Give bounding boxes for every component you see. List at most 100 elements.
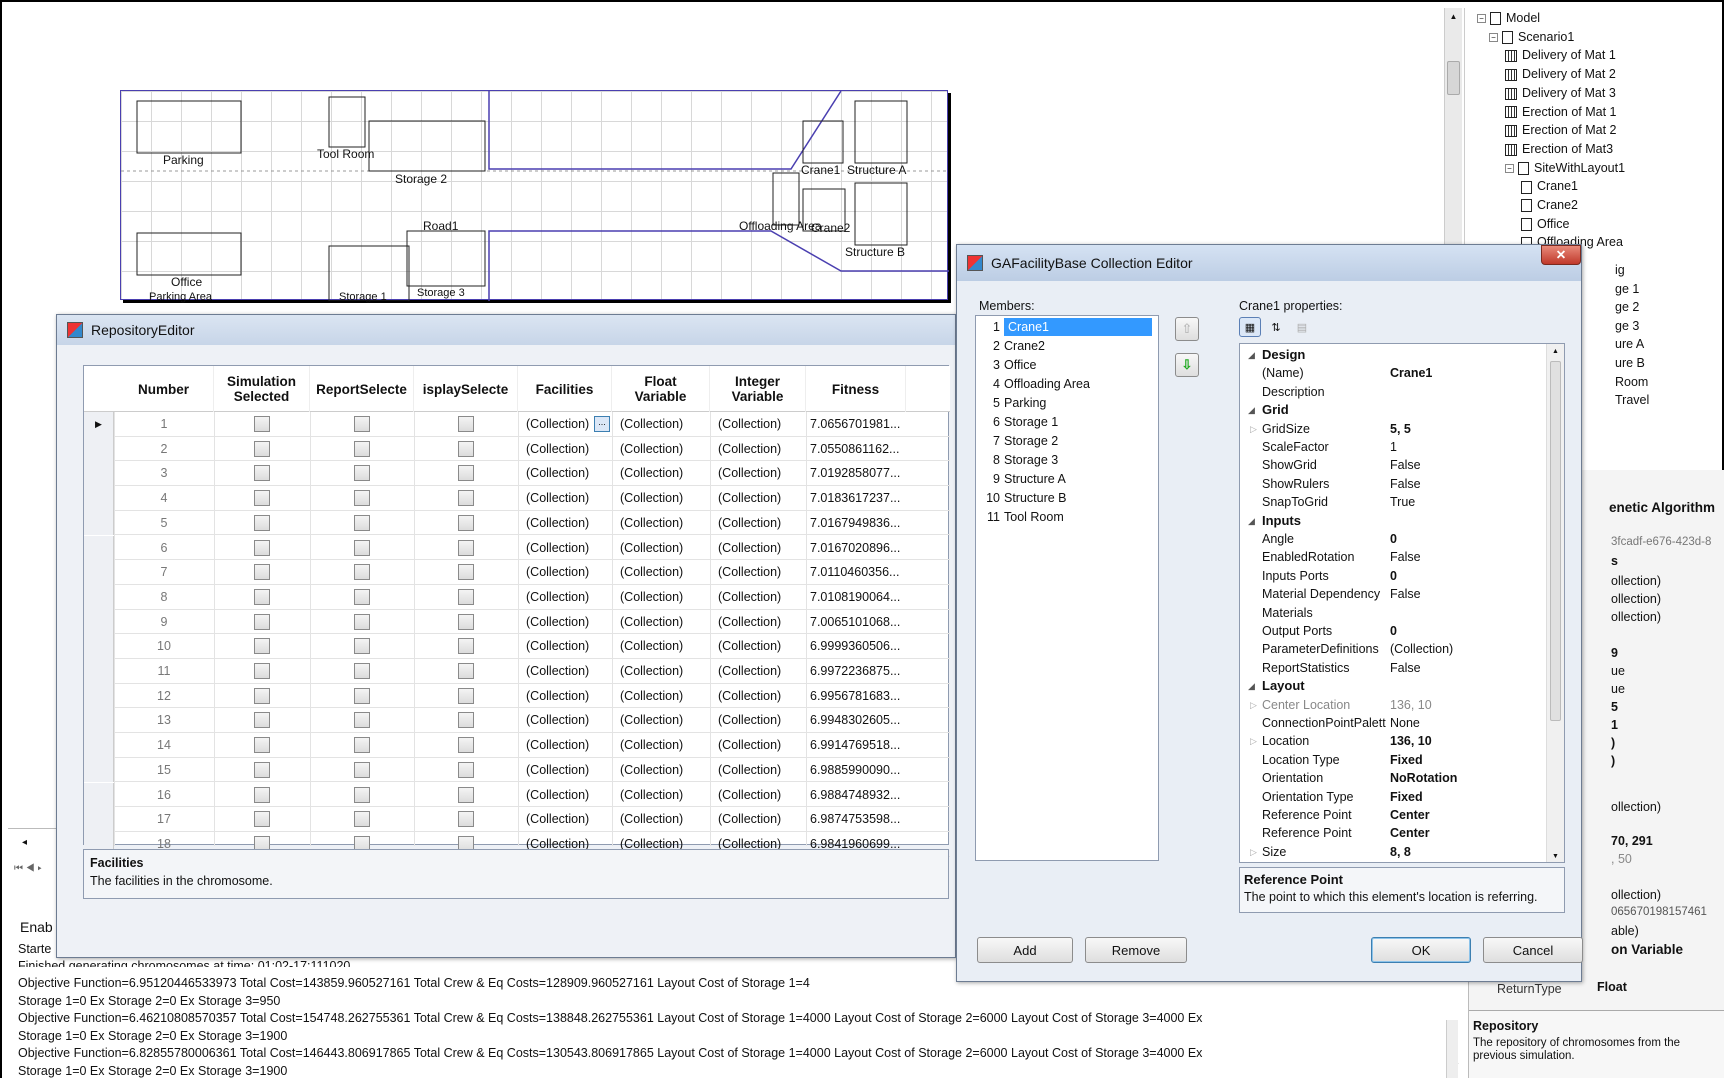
row-selector[interactable] xyxy=(84,486,114,511)
row-checkbox[interactable] xyxy=(354,465,370,481)
row-checkbox[interactable] xyxy=(254,540,270,556)
cell-collection[interactable]: (Collection) xyxy=(620,486,683,511)
row-checkbox[interactable] xyxy=(354,490,370,506)
record-nav[interactable]: ⏮ ◀ ▸ xyxy=(14,863,42,874)
member-item[interactable]: 10Structure B xyxy=(978,489,1156,508)
row-checkbox[interactable] xyxy=(354,737,370,753)
row-checkbox[interactable] xyxy=(254,663,270,679)
cell-collection[interactable]: (Collection) xyxy=(718,758,781,783)
property-row[interactable]: ▷Center Location136, 10 xyxy=(1240,696,1564,715)
cell-collection[interactable]: (Collection) xyxy=(620,610,683,635)
row-selector[interactable] xyxy=(84,511,114,536)
cell-collection[interactable]: (Collection) xyxy=(620,585,683,610)
column-header[interactable]: Integer Variable xyxy=(710,366,806,412)
cell-collection[interactable]: (Collection) xyxy=(718,437,781,462)
property-row[interactable]: ReportStatisticsFalse xyxy=(1240,659,1564,678)
property-value[interactable]: 0 xyxy=(1390,530,1397,549)
tree-item[interactable]: Erection of Mat3 xyxy=(1505,141,1613,158)
row-selector[interactable] xyxy=(84,461,114,486)
property-section[interactable]: ◢Layout xyxy=(1240,677,1564,696)
member-item[interactable]: 5Parking xyxy=(978,394,1156,413)
remove-button[interactable]: Remove xyxy=(1085,937,1187,963)
site-layout-canvas[interactable]: Parking Tool Room Storage 2 Crane1 Struc… xyxy=(120,90,948,300)
member-item[interactable]: 1Crane1 xyxy=(978,318,1156,337)
row-selector[interactable] xyxy=(84,659,114,684)
property-value[interactable]: None xyxy=(1390,714,1420,733)
cell-collection[interactable]: (Collection) xyxy=(718,486,781,511)
property-row[interactable]: Reference PointCenter xyxy=(1240,806,1564,825)
cell-collection[interactable]: (Collection) xyxy=(718,461,781,486)
expand-icon[interactable]: ▷ xyxy=(1250,420,1257,439)
property-row[interactable]: Reference PointCenter xyxy=(1240,824,1564,843)
row-checkbox[interactable] xyxy=(254,688,270,704)
cell-collection[interactable]: (Collection) xyxy=(718,659,781,684)
member-item[interactable]: 6Storage 1 xyxy=(978,413,1156,432)
cell-collection[interactable]: (Collection) xyxy=(526,783,589,808)
row-checkbox[interactable] xyxy=(254,787,270,803)
cell-collection[interactable]: (Collection) xyxy=(620,708,683,733)
property-value[interactable]: (Collection) xyxy=(1390,640,1453,659)
row-checkbox[interactable] xyxy=(254,712,270,728)
cell-collection[interactable]: (Collection) xyxy=(620,412,683,437)
add-button[interactable]: Add xyxy=(977,937,1073,963)
props-scroll-up-icon[interactable]: ▲ xyxy=(1547,348,1564,355)
cell-collection[interactable]: (Collection) xyxy=(526,708,589,733)
ce-close-button[interactable]: ✕ xyxy=(1541,245,1581,265)
cell-collection[interactable]: (Collection) xyxy=(526,659,589,684)
collapse-icon[interactable]: ◢ xyxy=(1248,401,1255,420)
member-item[interactable]: 11Tool Room xyxy=(978,508,1156,527)
repo-grid[interactable]: NumberSimulation SelectedReportSelecteis… xyxy=(83,365,949,845)
cell-collection[interactable]: (Collection) xyxy=(718,733,781,758)
cell-collection[interactable]: (Collection) xyxy=(718,511,781,536)
property-value[interactable]: False xyxy=(1390,456,1421,475)
tree-item[interactable]: Delivery of Mat 3 xyxy=(1505,85,1616,102)
property-row[interactable]: ParameterDefinitions(Collection) xyxy=(1240,640,1564,659)
property-section[interactable]: ◢Inputs xyxy=(1240,512,1564,531)
cell-collection[interactable]: (Collection) xyxy=(526,536,589,561)
row-selector[interactable] xyxy=(84,634,114,659)
collapse-icon[interactable]: ◢ xyxy=(1248,677,1255,696)
tree-item-partial[interactable]: Travel xyxy=(1615,392,1649,409)
cell-collection[interactable]: (Collection) xyxy=(718,634,781,659)
property-section[interactable]: ◢Grid xyxy=(1240,401,1564,420)
row-checkbox[interactable] xyxy=(458,737,474,753)
row-checkbox[interactable] xyxy=(254,614,270,630)
property-value[interactable]: 1 xyxy=(1390,438,1397,457)
cell-collection[interactable]: (Collection) xyxy=(620,437,683,462)
tree-item[interactable]: −SiteWithLayout1 xyxy=(1505,160,1625,177)
row-checkbox[interactable] xyxy=(458,811,474,827)
props-scroll-thumb[interactable] xyxy=(1550,361,1561,721)
cell-collection[interactable]: (Collection) xyxy=(620,733,683,758)
row-checkbox[interactable] xyxy=(458,787,474,803)
row-checkbox[interactable] xyxy=(458,762,474,778)
cell-collection[interactable]: (Collection) xyxy=(718,684,781,709)
row-selector[interactable] xyxy=(84,708,114,733)
row-checkbox[interactable] xyxy=(458,663,474,679)
tree-item[interactable]: Delivery of Mat 1 xyxy=(1505,47,1616,64)
cell-collection[interactable]: (Collection) xyxy=(718,783,781,808)
property-value[interactable]: 136, 10 xyxy=(1390,696,1432,715)
row-checkbox[interactable] xyxy=(458,515,474,531)
row-checkbox[interactable] xyxy=(458,416,474,432)
property-value[interactable]: 5, 5 xyxy=(1390,420,1411,439)
expand-icon[interactable]: ▷ xyxy=(1250,696,1257,715)
tree-item-partial[interactable]: ge 1 xyxy=(1615,281,1639,298)
column-header[interactable]: Simulation Selected xyxy=(214,366,310,412)
collapse-icon[interactable]: − xyxy=(1477,14,1486,23)
expand-icon[interactable]: ▷ xyxy=(1250,843,1257,862)
member-item[interactable]: 9Structure A xyxy=(978,470,1156,489)
row-checkbox[interactable] xyxy=(458,638,474,654)
row-checkbox[interactable] xyxy=(254,441,270,457)
column-header[interactable]: isplaySelecte xyxy=(414,366,518,412)
row-checkbox[interactable] xyxy=(354,515,370,531)
cell-collection[interactable]: (Collection) xyxy=(526,634,589,659)
property-row[interactable]: (Name)Crane1 xyxy=(1240,364,1564,383)
row-checkbox[interactable] xyxy=(254,737,270,753)
cell-collection[interactable]: (Collection) xyxy=(718,708,781,733)
cell-collection[interactable]: (Collection) xyxy=(526,486,589,511)
property-row[interactable]: Materials xyxy=(1240,604,1564,623)
row-checkbox[interactable] xyxy=(458,712,474,728)
column-header[interactable]: Float Variable xyxy=(612,366,710,412)
member-item[interactable]: 4Offloading Area xyxy=(978,375,1156,394)
row-selector[interactable] xyxy=(84,536,114,561)
